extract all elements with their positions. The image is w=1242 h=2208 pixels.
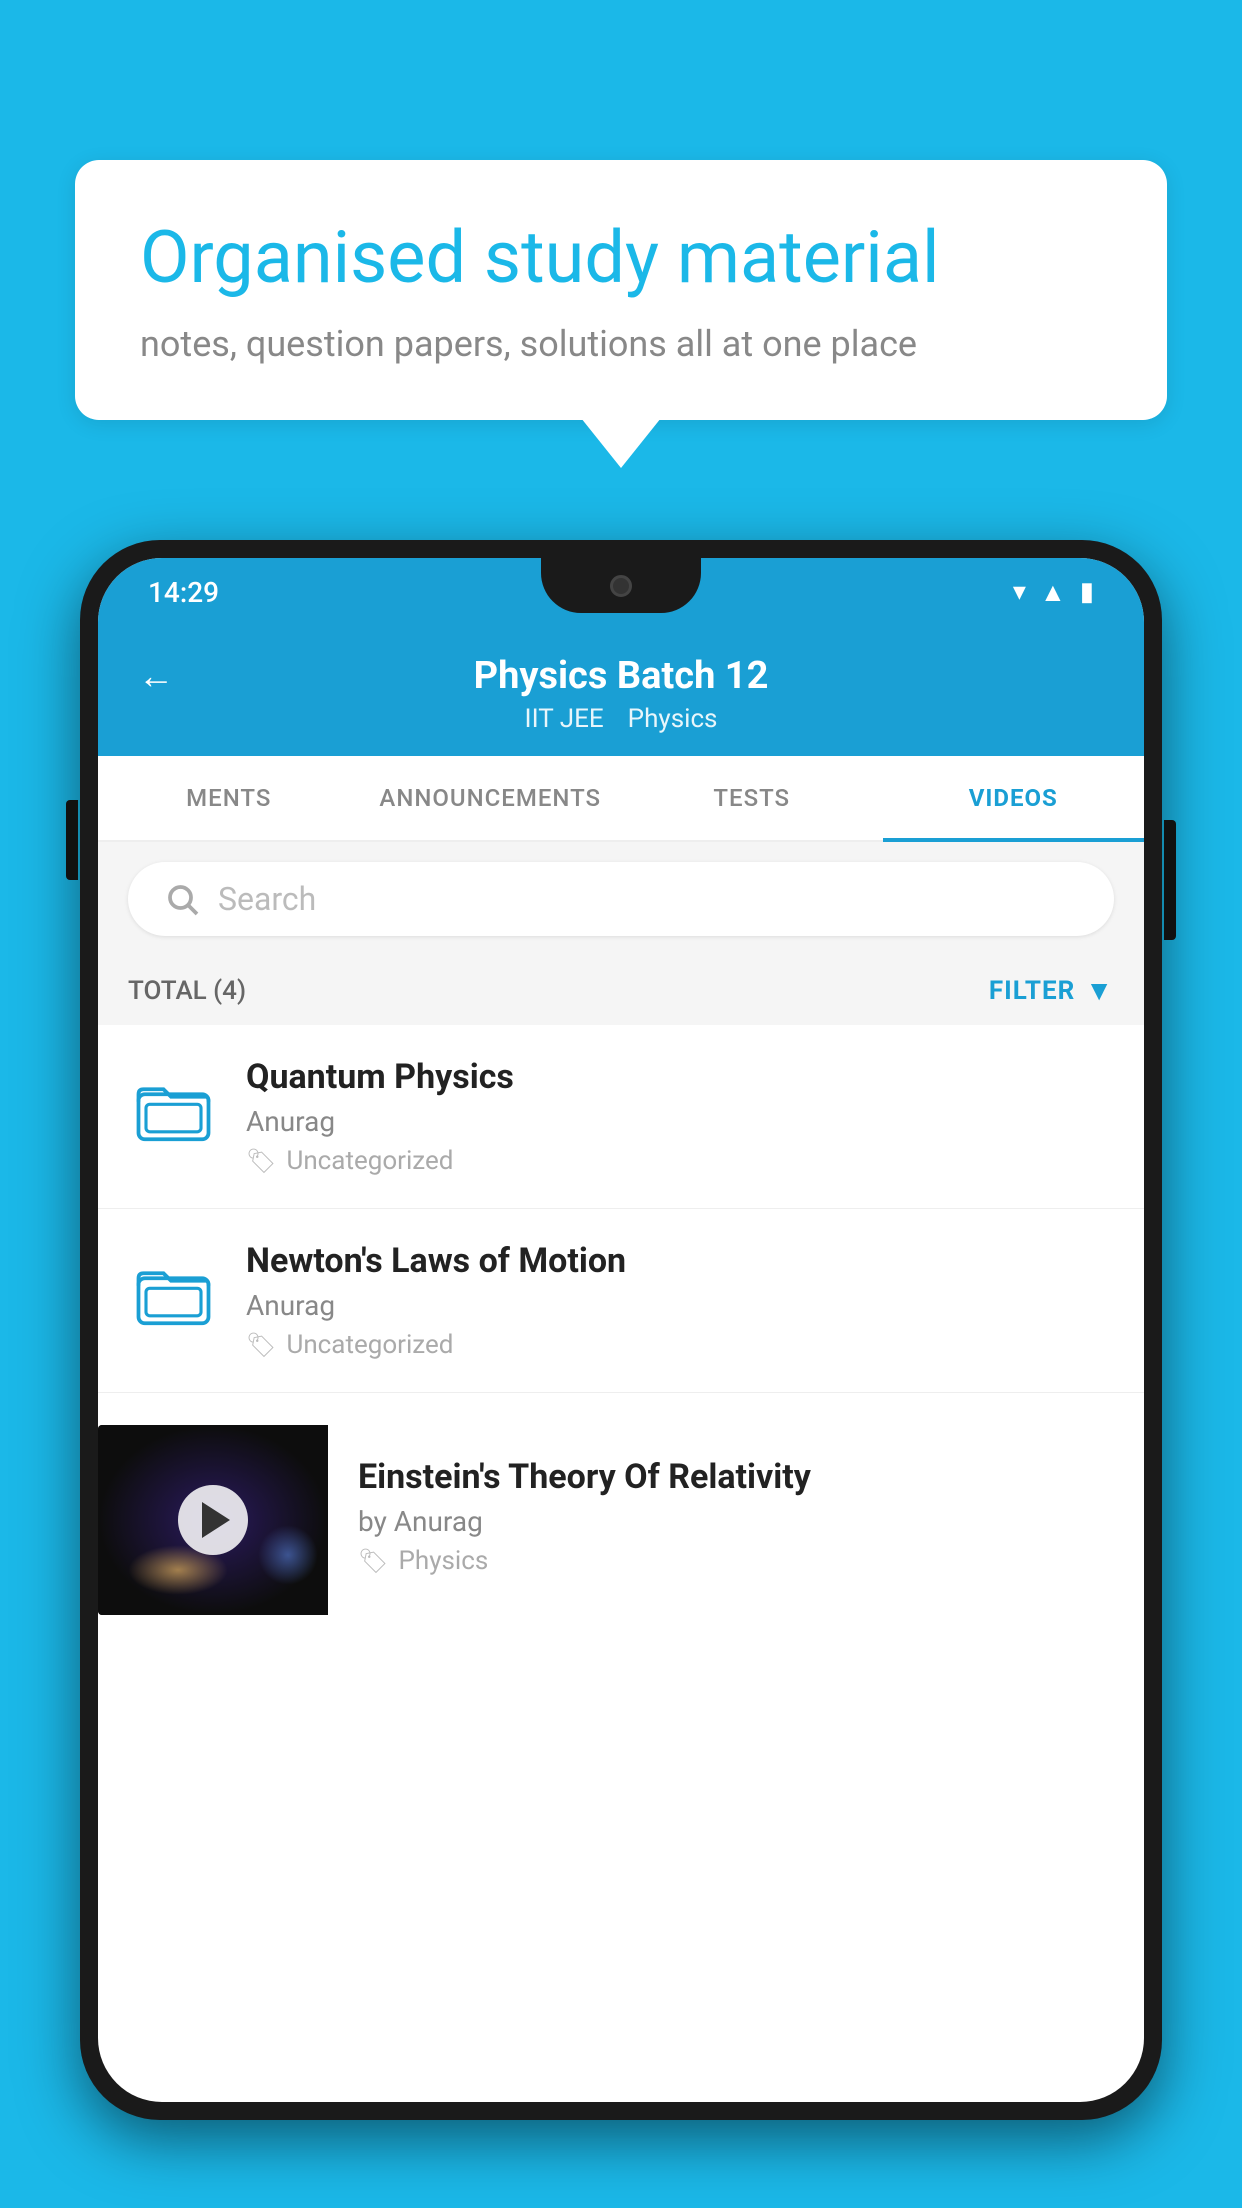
tag-icon: 🏷 xyxy=(246,1331,276,1359)
video-author: Anurag xyxy=(246,1105,1114,1138)
page-title: Physics Batch 12 xyxy=(474,654,769,698)
filter-bar: TOTAL (4) FILTER ▼ xyxy=(98,956,1144,1025)
play-icon xyxy=(202,1502,230,1538)
video-title: Einstein's Theory Of Relativity xyxy=(358,1457,1084,1497)
list-item[interactable]: Quantum Physics Anurag 🏷 Uncategorized xyxy=(98,1025,1144,1209)
tab-announcements[interactable]: ANNOUNCEMENTS xyxy=(360,756,622,840)
video-list: Quantum Physics Anurag 🏷 Uncategorized xyxy=(98,1025,1144,1615)
search-container: Search xyxy=(98,842,1144,956)
tag-physics: Physics xyxy=(628,704,718,734)
tag-icon: 🏷 xyxy=(358,1547,388,1575)
tab-tests[interactable]: TESTS xyxy=(621,756,883,840)
list-item[interactable]: Newton's Laws of Motion Anurag 🏷 Uncateg… xyxy=(98,1209,1144,1393)
camera xyxy=(610,575,632,597)
video-tag: 🏷 Uncategorized xyxy=(246,1146,1114,1176)
video-tag: 🏷 Physics xyxy=(358,1546,1084,1576)
video-info: Quantum Physics Anurag 🏷 Uncategorized xyxy=(246,1057,1114,1176)
wifi-icon: ▾ xyxy=(1013,577,1026,607)
speech-bubble: Organised study material notes, question… xyxy=(75,160,1167,420)
app-header: ← Physics Batch 12 IIT JEE Physics xyxy=(98,626,1144,756)
signal-icon: ▲ xyxy=(1040,577,1066,608)
play-button[interactable] xyxy=(178,1485,248,1555)
header-row: ← Physics Batch 12 xyxy=(138,654,1104,698)
folder-icon-wrap xyxy=(128,1249,218,1339)
phone-wrapper: 14:29 ▾ ▲ ▮ ← Physics Batch 12 IIT JEE P… xyxy=(80,540,1162,2208)
phone-outer: 14:29 ▾ ▲ ▮ ← Physics Batch 12 IIT JEE P… xyxy=(80,540,1162,2120)
notch xyxy=(541,558,701,613)
status-time: 14:29 xyxy=(148,576,219,609)
back-button[interactable]: ← xyxy=(138,655,174,697)
folder-icon xyxy=(136,1257,211,1332)
tab-videos[interactable]: VIDEOS xyxy=(883,756,1145,840)
total-count: TOTAL (4) xyxy=(128,976,246,1006)
list-item[interactable]: Einstein's Theory Of Relativity by Anura… xyxy=(98,1393,1144,1615)
tabs: MENTS ANNOUNCEMENTS TESTS VIDEOS xyxy=(98,756,1144,842)
tag-iitjee: IIT JEE xyxy=(525,704,604,734)
status-icons: ▾ ▲ ▮ xyxy=(1013,577,1094,608)
status-bar: 14:29 ▾ ▲ ▮ xyxy=(98,558,1144,626)
folder-icon xyxy=(136,1073,211,1148)
video-thumbnail xyxy=(98,1425,328,1615)
search-icon xyxy=(164,881,200,917)
filter-icon: ▼ xyxy=(1085,974,1114,1007)
battery-icon: ▮ xyxy=(1080,577,1094,607)
tag-icon: 🏷 xyxy=(246,1147,276,1175)
video-author: Anurag xyxy=(246,1289,1114,1322)
video-title: Quantum Physics xyxy=(246,1057,1114,1097)
search-bar[interactable]: Search xyxy=(128,862,1114,936)
filter-label: FILTER xyxy=(989,976,1075,1006)
bubble-title: Organised study material xyxy=(140,215,1102,301)
search-placeholder: Search xyxy=(218,880,316,918)
filter-button[interactable]: FILTER ▼ xyxy=(989,974,1114,1007)
tab-ments[interactable]: MENTS xyxy=(98,756,360,840)
video-info: Einstein's Theory Of Relativity by Anura… xyxy=(328,1425,1114,1608)
video-title: Newton's Laws of Motion xyxy=(246,1241,1114,1281)
bubble-subtitle: notes, question papers, solutions all at… xyxy=(140,323,1102,365)
video-author: by Anurag xyxy=(358,1505,1084,1538)
video-info: Newton's Laws of Motion Anurag 🏷 Uncateg… xyxy=(246,1241,1114,1360)
phone-screen: 14:29 ▾ ▲ ▮ ← Physics Batch 12 IIT JEE P… xyxy=(98,558,1144,2102)
header-tags: IIT JEE Physics xyxy=(525,704,718,734)
folder-icon-wrap xyxy=(128,1065,218,1155)
video-tag: 🏷 Uncategorized xyxy=(246,1330,1114,1360)
